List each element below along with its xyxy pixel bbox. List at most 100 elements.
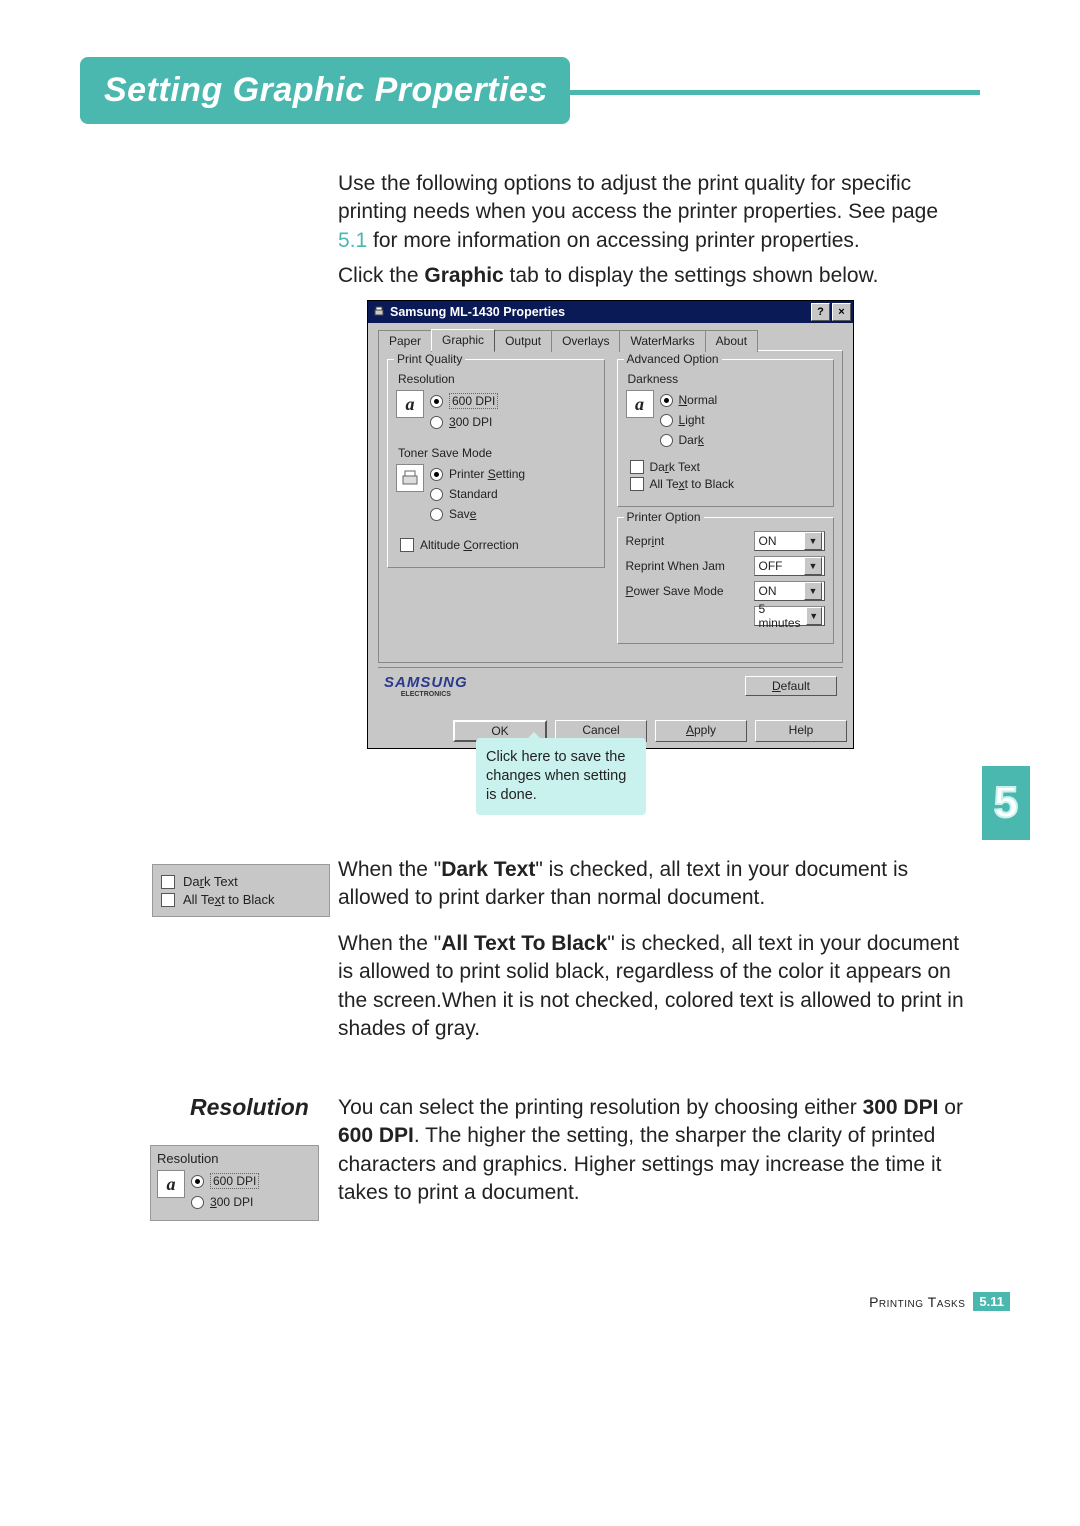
radio-icon <box>660 434 673 447</box>
tab-about[interactable]: About <box>705 330 758 352</box>
tab-watermarks[interactable]: WaterMarks <box>619 330 705 352</box>
radio-label: Light <box>679 413 705 427</box>
radio-icon <box>660 394 673 407</box>
radio-normal[interactable]: Normal <box>660 393 718 407</box>
tab-panel: Print Quality Resolution a 600 DPI <box>378 350 843 663</box>
reprint-jam-combo[interactable]: OFF ▼ <box>754 556 826 576</box>
radio-icon <box>660 414 673 427</box>
letter-a-icon: a <box>396 390 424 418</box>
footer-page-prefix: 5. <box>979 1294 990 1309</box>
combo-value: ON <box>759 534 777 548</box>
apply-button[interactable]: Apply <box>655 720 747 742</box>
dialog-tabs: Paper Graphic Output Overlays WaterMarks… <box>378 329 843 351</box>
tab-overlays[interactable]: Overlays <box>551 330 620 352</box>
text: . The higher the setting, the sharper th… <box>338 1124 941 1204</box>
properties-dialog: Samsung ML-1430 Properties ? × Paper Gra… <box>367 300 854 749</box>
checkbox-label: All Text to Black <box>650 477 735 491</box>
radio-label: 300 DPI <box>210 1195 253 1209</box>
chevron-down-icon: ▼ <box>806 607 822 625</box>
power-save-label: Power Save Mode <box>626 584 746 598</box>
radio-label: 600 DPI <box>210 1173 259 1189</box>
radio-icon <box>430 395 443 408</box>
checkbox-label: Dark Text <box>183 874 238 889</box>
reprint-combo[interactable]: ON ▼ <box>754 531 826 551</box>
page-reference-link[interactable]: 5.1 <box>338 229 367 252</box>
close-button[interactable]: × <box>832 303 851 321</box>
footer-section: Printing Tasks <box>869 1294 965 1310</box>
title-rule <box>540 90 980 95</box>
checkbox-icon <box>630 460 644 474</box>
tab-graphic[interactable]: Graphic <box>431 329 495 351</box>
tab-output[interactable]: Output <box>494 330 552 352</box>
intro-paragraph-2: Click the Graphic tab to display the set… <box>338 262 968 290</box>
chevron-down-icon: ▼ <box>804 532 822 550</box>
all-text-black-checkbox[interactable]: All Text to Black <box>630 477 826 491</box>
chevron-down-icon: ▼ <box>804 557 822 575</box>
checkbox-icon <box>630 477 644 491</box>
radio-label: Standard <box>449 487 498 501</box>
radio-icon <box>430 488 443 501</box>
power-time-combo[interactable]: 5 minutes ▼ <box>754 606 826 626</box>
resolution-label: Resolution <box>157 1151 312 1166</box>
radio-standard[interactable]: Standard <box>430 487 525 501</box>
toner-subhead: Toner Save Mode <box>398 446 596 460</box>
help-button[interactable]: Help <box>755 720 847 742</box>
printer-icon-small <box>396 464 424 492</box>
reprint-label: Reprint <box>626 534 746 548</box>
dark-text-checkbox[interactable]: Dark Text <box>630 460 826 474</box>
all-text-black-paragraph: When the "All Text To Black" is checked,… <box>338 930 968 1043</box>
text-bold: 300 DPI <box>863 1096 939 1119</box>
advanced-option-group: Advanced Option Darkness a Normal <box>617 359 835 507</box>
brand-subtext: ELECTRONICS <box>401 691 451 698</box>
footer-page-number: 11 <box>990 1294 1004 1309</box>
callout-save-changes: Click here to save the changes when sett… <box>476 738 646 815</box>
samsung-logo: SAMSUNG ELECTRONICS <box>384 674 468 698</box>
side-dark-text-checkbox[interactable]: Dark Text <box>161 874 321 889</box>
letter-a-icon: a <box>157 1170 185 1198</box>
text: When the " <box>338 932 441 955</box>
combo-value: 5 minutes <box>759 602 806 630</box>
group-label: Printer Option <box>624 510 704 524</box>
radio-600dpi[interactable]: 600 DPI <box>430 393 498 409</box>
letter-a-icon: a <box>626 390 654 418</box>
help-button[interactable]: ? <box>811 303 830 321</box>
radio-300dpi[interactable]: 300 DPI <box>430 415 498 429</box>
radio-label: Normal <box>679 393 718 407</box>
side-radio-300dpi[interactable]: 300 DPI <box>191 1195 259 1209</box>
radio-icon <box>430 416 443 429</box>
side-all-text-black-checkbox[interactable]: All Text to Black <box>161 892 321 907</box>
tab-paper[interactable]: Paper <box>378 330 432 352</box>
combo-value: OFF <box>759 559 783 573</box>
altitude-correction-checkbox[interactable]: Altitude Correction <box>400 538 596 552</box>
radio-light[interactable]: Light <box>660 413 718 427</box>
power-save-combo[interactable]: ON ▼ <box>754 581 826 601</box>
checkbox-icon <box>161 893 175 907</box>
radio-label: 600 DPI <box>449 393 498 409</box>
radio-icon <box>191 1175 204 1188</box>
chevron-down-icon: ▼ <box>804 582 822 600</box>
group-label: Advanced Option <box>624 352 722 366</box>
text: Click the <box>338 264 424 287</box>
side-checkbox-panel: Dark Text All Text to Black <box>152 864 330 917</box>
radio-label: Printer Setting <box>449 467 525 481</box>
checkbox-icon <box>161 875 175 889</box>
default-button[interactable]: Default <box>745 676 837 696</box>
chapter-number: 5 <box>994 778 1018 828</box>
chapter-tab: 5 <box>982 766 1030 840</box>
intro-paragraph-1: Use the following options to adjust the … <box>338 170 968 255</box>
radio-dark[interactable]: Dark <box>660 433 718 447</box>
reprint-jam-label: Reprint When Jam <box>626 559 746 573</box>
radio-icon <box>430 468 443 481</box>
darkness-subhead: Darkness <box>628 372 826 386</box>
checkbox-label: Dark Text <box>650 460 700 474</box>
side-radio-600dpi[interactable]: 600 DPI <box>191 1173 259 1189</box>
text: When the " <box>338 858 441 881</box>
printer-icon <box>372 305 386 319</box>
printer-option-group: Printer Option Reprint ON ▼ Reprint When… <box>617 517 835 644</box>
radio-printer-setting[interactable]: Printer Setting <box>430 467 525 481</box>
resolution-heading: Resolution <box>190 1094 309 1121</box>
radio-label: 300 DPI <box>449 415 492 429</box>
checkbox-label: Altitude Correction <box>420 538 519 552</box>
radio-save[interactable]: Save <box>430 507 525 521</box>
resolution-subhead: Resolution <box>398 372 596 386</box>
